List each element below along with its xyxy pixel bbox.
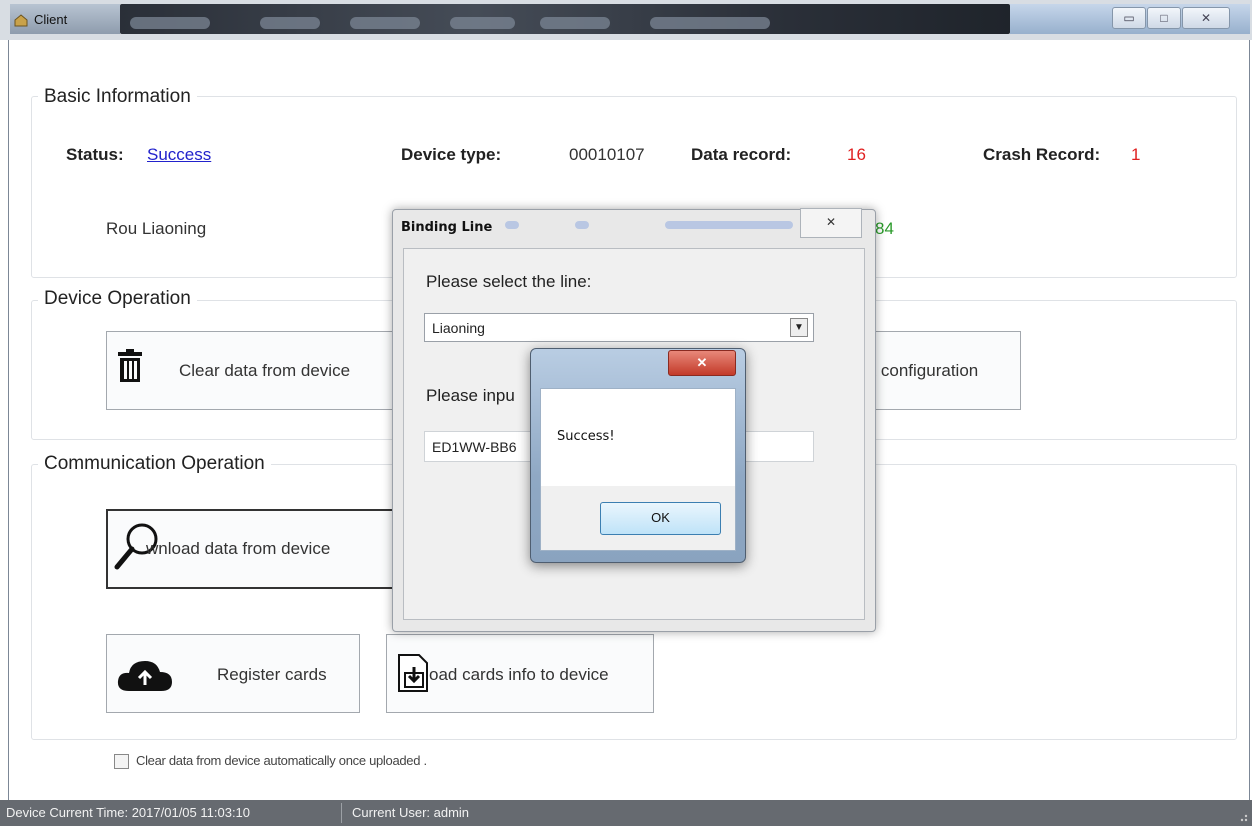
clear-data-button[interactable]: Clear data from device bbox=[106, 331, 398, 410]
communication-legend: Communication Operation bbox=[38, 453, 271, 475]
blurred-tab bbox=[130, 17, 210, 29]
upload-cards-label: oad cards info to device bbox=[429, 665, 609, 684]
app-icon bbox=[14, 14, 28, 27]
upload-cards-button[interactable]: oad cards info to device bbox=[386, 634, 654, 713]
network-configuration-label: rk configuration bbox=[862, 361, 979, 380]
blurred-tab bbox=[260, 17, 320, 29]
checkbox-icon[interactable] bbox=[114, 754, 129, 769]
window-title: Client bbox=[34, 12, 68, 27]
trash-icon bbox=[118, 349, 142, 382]
crash-record-value: 1 bbox=[1131, 145, 1141, 164]
binding-dialog-close-button[interactable]: ✕ bbox=[800, 208, 862, 238]
cloud-upload-icon bbox=[117, 661, 172, 691]
blurred-text bbox=[505, 221, 519, 229]
status-label: Status: bbox=[66, 145, 124, 164]
data-record-label: Data record: bbox=[691, 145, 792, 164]
data-record-value: 16 bbox=[847, 145, 866, 164]
device-type-value: 00010107 bbox=[569, 145, 645, 164]
status-link[interactable]: Success bbox=[147, 145, 211, 165]
blurred-tab bbox=[450, 17, 515, 29]
download-data-button[interactable]: wnload data from device bbox=[106, 509, 394, 589]
download-data-label: wnload data from device bbox=[146, 539, 331, 558]
status-separator bbox=[341, 803, 342, 823]
basic-info-legend: Basic Information bbox=[38, 86, 197, 108]
line-select-value: Liaoning bbox=[432, 320, 485, 336]
blurred-tab bbox=[540, 17, 610, 29]
message-text: Success! bbox=[557, 429, 615, 444]
register-cards-label: Register cards bbox=[217, 665, 327, 684]
title-bar-taskstrip bbox=[120, 4, 1010, 34]
blurred-text bbox=[575, 221, 589, 229]
maximize-button[interactable]: □ bbox=[1147, 7, 1181, 29]
device-operation-legend: Device Operation bbox=[38, 288, 197, 310]
line-code-input-value: ED1WW-BB6 bbox=[432, 439, 517, 455]
message-box-close-button[interactable]: ✕ bbox=[668, 350, 736, 376]
ok-button[interactable]: OK bbox=[600, 502, 721, 535]
close-button[interactable]: ✕ bbox=[1182, 7, 1230, 29]
minimize-button[interactable]: ▭ bbox=[1112, 7, 1146, 29]
auto-clear-checkbox-label: Clear data from device automatically onc… bbox=[136, 753, 427, 768]
device-type-label: Device type: bbox=[401, 145, 502, 164]
device-current-time: Device Current Time: 2017/01/05 11:03:10 bbox=[6, 805, 251, 820]
chevron-down-icon[interactable]: ▼ bbox=[790, 318, 808, 337]
binding-title-blur bbox=[505, 219, 795, 233]
crash-record-label: Crash Record: bbox=[983, 145, 1101, 164]
partial-green-value: 84 bbox=[875, 219, 894, 238]
clear-data-label: Clear data from device bbox=[179, 361, 351, 380]
register-cards-button[interactable]: Register cards bbox=[106, 634, 360, 713]
line-value: Rou Liaoning bbox=[106, 219, 207, 238]
blurred-text bbox=[665, 221, 793, 229]
current-user: Current User: admin bbox=[352, 805, 470, 820]
document-import-icon bbox=[398, 654, 428, 692]
select-line-label: Please select the line: bbox=[426, 272, 592, 291]
binding-dialog-title: Binding Line bbox=[401, 220, 493, 235]
blurred-tab bbox=[650, 17, 770, 29]
blurred-tab bbox=[350, 17, 420, 29]
input-label: Please inpu bbox=[426, 386, 515, 405]
resize-grip-icon[interactable] bbox=[1236, 810, 1248, 822]
